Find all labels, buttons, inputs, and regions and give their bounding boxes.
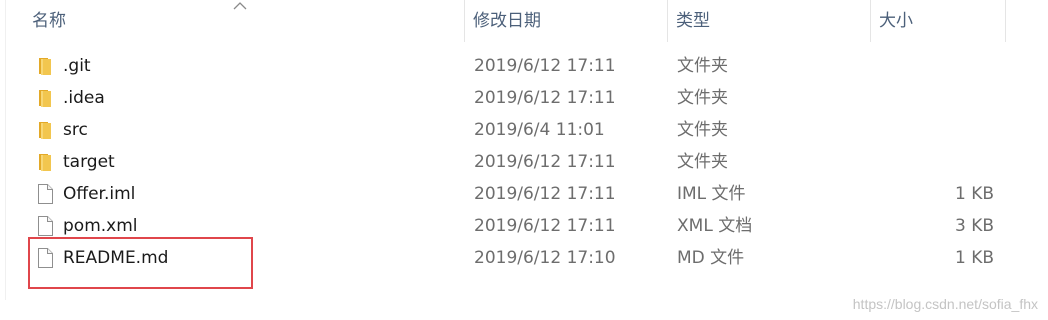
column-header-size[interactable]: 大小 xyxy=(871,0,1005,42)
folder-icon xyxy=(36,56,54,76)
file-modified-date: 2019/6/12 17:11 xyxy=(474,56,616,76)
file-name: .idea xyxy=(63,88,105,108)
file-size: 1 KB xyxy=(954,248,994,268)
file-name: Offer.iml xyxy=(63,184,136,204)
file-row[interactable]: pom.xml 2019/6/12 17:11 XML 文档 3 KB xyxy=(0,210,1048,242)
file-type: MD 文件 xyxy=(677,248,745,268)
file-type: XML 文档 xyxy=(677,216,753,236)
file-icon xyxy=(36,184,54,204)
file-icon xyxy=(36,216,54,236)
file-explorer: 名称 修改日期 类型 大小 .git 2019/6/12 17:11 文件夹 .ide… xyxy=(0,0,1048,320)
column-header-type[interactable]: 类型 xyxy=(668,0,870,42)
file-type: 文件夹 xyxy=(677,120,728,140)
file-size xyxy=(880,50,994,82)
file-modified-date: 2019/6/12 17:11 xyxy=(474,184,616,204)
watermark: https://blog.csdn.net/sofia_fhx xyxy=(852,296,1038,312)
file-name: src xyxy=(63,120,88,140)
file-name: .git xyxy=(63,56,91,76)
file-modified-date: 2019/6/12 17:11 xyxy=(474,152,616,172)
file-row[interactable]: .idea 2019/6/12 17:11 文件夹 xyxy=(0,82,1048,114)
file-row[interactable]: target 2019/6/12 17:11 文件夹 xyxy=(0,146,1048,178)
column-header-row: 名称 修改日期 类型 大小 xyxy=(0,0,1048,42)
file-icon xyxy=(36,248,54,268)
column-divider[interactable] xyxy=(1005,0,1006,42)
file-size xyxy=(880,114,994,146)
file-name: README.md xyxy=(63,248,169,268)
file-size xyxy=(880,82,994,114)
folder-icon xyxy=(36,120,54,140)
file-list: .git 2019/6/12 17:11 文件夹 .idea 2019/6/12 17:… xyxy=(0,50,1048,274)
file-name: target xyxy=(63,152,115,172)
file-size xyxy=(880,146,994,178)
file-modified-date: 2019/6/4 11:01 xyxy=(474,120,605,140)
file-type: 文件夹 xyxy=(677,152,728,172)
file-row[interactable]: .git 2019/6/12 17:11 文件夹 xyxy=(0,50,1048,82)
folder-icon xyxy=(36,152,54,172)
file-modified-date: 2019/6/12 17:11 xyxy=(474,88,616,108)
file-row[interactable]: Offer.iml 2019/6/12 17:11 IML 文件 1 KB xyxy=(0,178,1048,210)
file-size: 3 KB xyxy=(954,216,994,236)
file-type: IML 文件 xyxy=(677,184,746,204)
file-size: 1 KB xyxy=(954,184,994,204)
file-type: 文件夹 xyxy=(677,56,728,76)
file-name: pom.xml xyxy=(63,216,138,236)
column-header-date[interactable]: 修改日期 xyxy=(465,0,667,42)
file-row[interactable]: README.md 2019/6/12 17:10 MD 文件 1 KB xyxy=(0,242,1048,274)
file-modified-date: 2019/6/12 17:11 xyxy=(474,216,616,236)
file-type: 文件夹 xyxy=(677,88,728,108)
folder-icon xyxy=(36,88,54,108)
sort-ascending-icon xyxy=(233,1,247,10)
file-modified-date: 2019/6/12 17:10 xyxy=(474,248,616,268)
file-row[interactable]: src 2019/6/4 11:01 文件夹 xyxy=(0,114,1048,146)
